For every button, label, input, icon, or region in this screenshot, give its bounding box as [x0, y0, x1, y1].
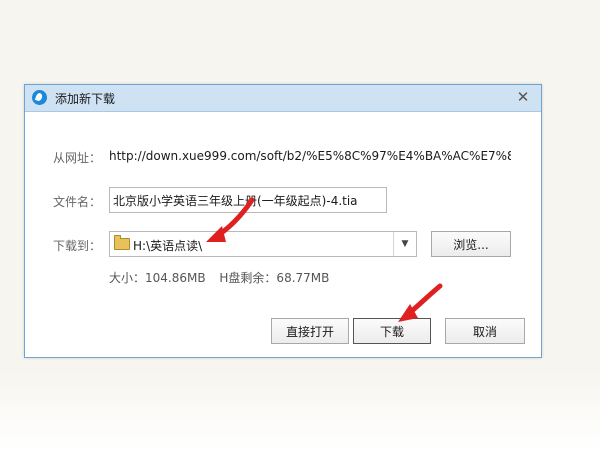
file-size: 大小：104.86MB [109, 271, 206, 285]
filename-label: 文件名： [53, 195, 102, 209]
browse-button[interactable]: 浏览... [431, 231, 511, 257]
url-label: 从网址： [53, 151, 102, 165]
dialog-titlebar[interactable]: 添加新下载 ✕ [25, 85, 541, 112]
save-path-value: H:\英语点读\ [133, 239, 203, 253]
size-info: 大小：104.86MB H盘剩余：68.77MB [109, 269, 339, 286]
save-path-select[interactable]: H:\英语点读\ ▼ [109, 231, 417, 257]
disk-remaining: H盘剩余：68.77MB [219, 271, 330, 285]
chevron-down-icon[interactable]: ▼ [393, 232, 416, 256]
background-floor [0, 370, 600, 450]
close-icon[interactable]: ✕ [515, 89, 531, 105]
app-icon [32, 90, 47, 105]
cancel-button[interactable]: 取消 [445, 318, 525, 344]
save-to-label: 下载到： [53, 239, 102, 253]
add-download-dialog: 添加新下载 ✕ 从网址： http://down.xue999.com/soft… [24, 84, 542, 358]
folder-icon [114, 235, 130, 250]
download-button[interactable]: 下载 [353, 318, 431, 344]
open-directly-button[interactable]: 直接打开 [271, 318, 349, 344]
url-value[interactable]: http://down.xue999.com/soft/b2/%E5%8C%97… [109, 149, 511, 163]
filename-input[interactable] [109, 187, 387, 213]
dialog-title: 添加新下载 [55, 92, 116, 106]
